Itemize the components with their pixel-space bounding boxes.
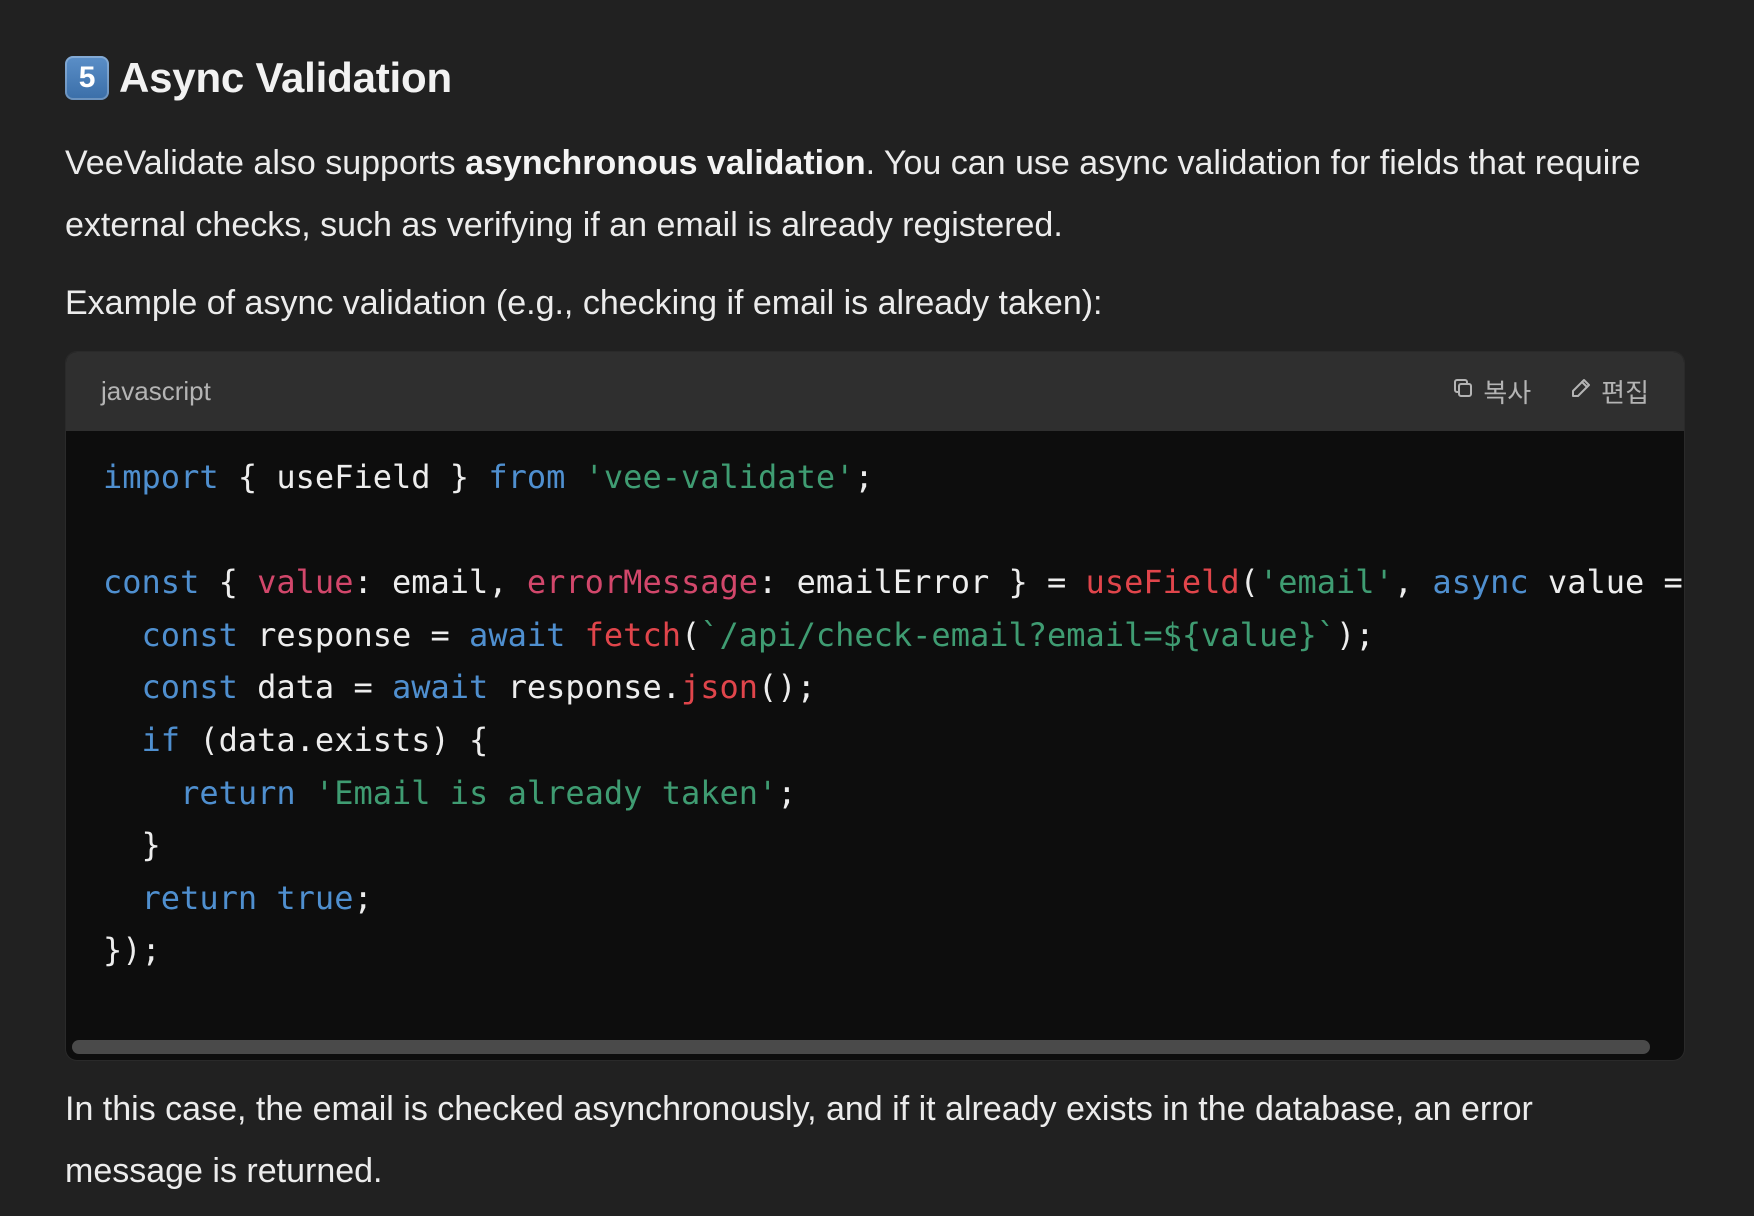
example-caption: Example of async validation (e.g., check…	[65, 284, 1103, 322]
horizontal-scrollbar[interactable]	[72, 1040, 1650, 1054]
code-block: javascript 복사 편집 import {useField} fro…	[65, 351, 1685, 1061]
intro-bold-text: asynchronous validation	[465, 144, 866, 182]
section-heading: 5 Async Validation	[65, 54, 452, 102]
keycap-number-badge: 5	[65, 56, 109, 100]
code-line: return true;	[141, 878, 373, 917]
code-line: import { useField } from 'vee-validate';	[103, 458, 874, 496]
conclusion-paragraph: In this case, the email is checked async…	[65, 1090, 1533, 1190]
code-line: const response = await fetch(`/api/check…	[141, 615, 1375, 654]
pencil-icon	[1569, 376, 1593, 407]
copy-button[interactable]: 복사	[1451, 373, 1531, 410]
code-line: return 'Email is already taken';	[180, 773, 797, 812]
section-title: Async Validation	[119, 54, 452, 101]
edit-label: 편집	[1601, 378, 1649, 408]
code-language-label: javascript	[101, 376, 211, 406]
code-line: });	[103, 931, 161, 970]
copy-label: 복사	[1483, 378, 1532, 408]
intro-text-before: VeeValidate also supports	[65, 144, 466, 182]
code-content: import { useField } from 'vee-validate';…	[66, 431, 1684, 977]
code-line: const { value: email, errorMessage: emai…	[103, 563, 1684, 602]
copy-icon	[1451, 376, 1475, 407]
edit-button[interactable]: 편집	[1569, 373, 1649, 410]
intro-paragraph: VeeValidate also supports asynchronous v…	[65, 132, 1665, 256]
code-line: if (data.exists) {	[141, 720, 489, 759]
code-actions: 복사 편집	[1451, 373, 1649, 410]
code-line: const data = await response.json();	[141, 668, 816, 707]
code-block-header: javascript 복사 편집	[66, 352, 1684, 431]
code-line: }	[103, 826, 161, 865]
